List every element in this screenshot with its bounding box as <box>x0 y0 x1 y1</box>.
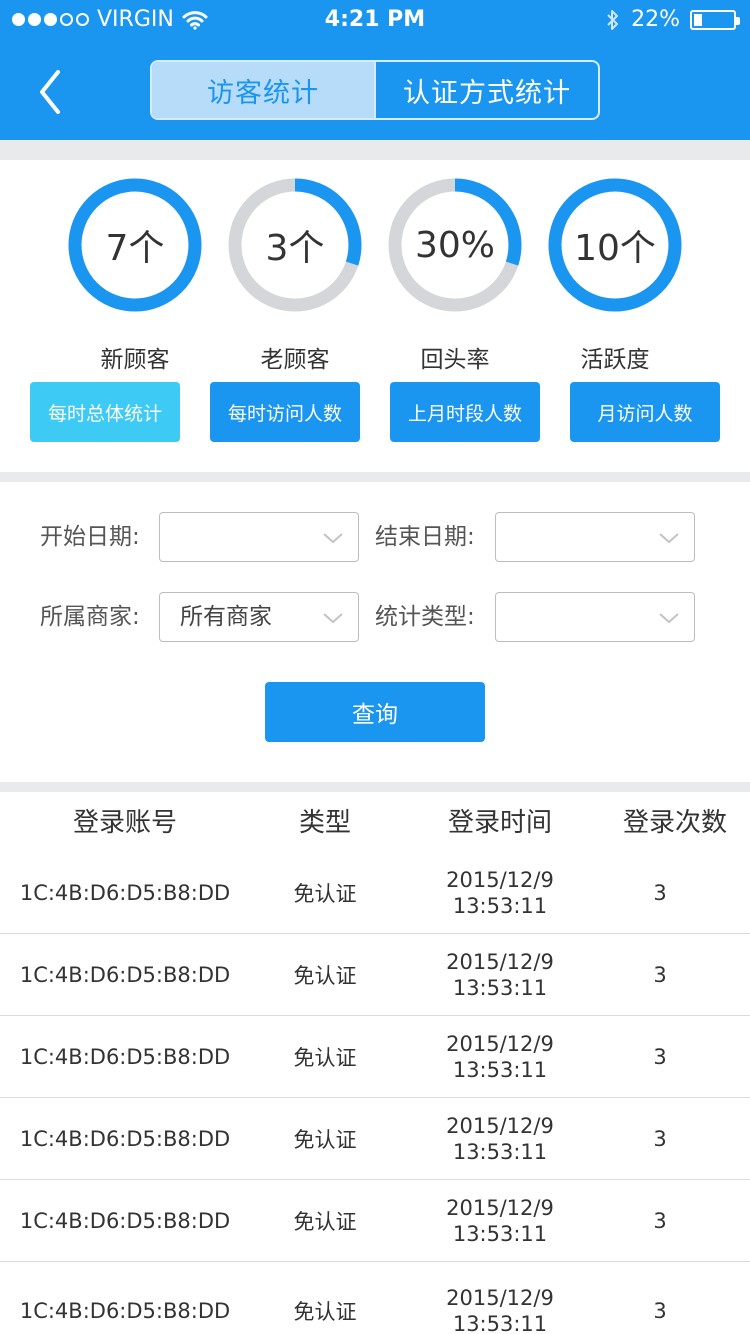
table-row[interactable]: 1C:4B:D6:D5:B8:DD 免认证 2015/12/9 13:53:11… <box>0 852 750 934</box>
cell-login-count: 3 <box>653 963 667 987</box>
stat-activity: 10个 活跃度 <box>548 178 682 374</box>
cell-login-clock: 13:53:11 <box>452 1222 548 1246</box>
cell-account: 1C:4B:D6:D5:B8:DD <box>19 1299 231 1323</box>
stat-value: 30% <box>414 224 495 266</box>
chevron-down-icon <box>659 613 679 624</box>
cell-account: 1C:4B:D6:D5:B8:DD <box>19 963 231 987</box>
cell-login-count: 3 <box>653 881 667 905</box>
table-row[interactable]: 1C:4B:D6:D5:B8:DD 免认证 2015/12/9 13:53:11… <box>0 1270 750 1334</box>
column-header-account: 登录账号 <box>72 808 177 838</box>
column-header-type: 类型 <box>298 808 351 838</box>
cell-type: 免认证 <box>293 882 357 906</box>
cell-login-clock: 13:53:11 <box>452 894 548 918</box>
battery-icon <box>690 9 740 30</box>
cell-login-clock: 13:53:11 <box>452 1140 548 1164</box>
stat-value: 3个 <box>265 228 325 269</box>
stat-label: 老顾客 <box>260 347 330 373</box>
visitor-stats-page: VIRGIN 4:21 PM 22% 访客统计 认证方式统计 7个 新顾客 3个… <box>0 0 750 1334</box>
hourly-overall-stats-button[interactable]: 每时总体统计 <box>30 382 180 442</box>
stat-label: 回头率 <box>420 347 490 373</box>
cell-login-count: 3 <box>653 1299 667 1323</box>
table-header: 登录账号 类型 登录时间 登录次数 <box>0 792 750 854</box>
bluetooth-icon <box>607 9 619 30</box>
stat-new-customers: 7个 新顾客 <box>68 178 202 374</box>
cell-account: 1C:4B:D6:D5:B8:DD <box>19 1045 231 1069</box>
tab-auth-method-stats[interactable]: 认证方式统计 <box>374 62 598 118</box>
table-row[interactable]: 1C:4B:D6:D5:B8:DD 免认证 2015/12/9 13:53:11… <box>0 1098 750 1180</box>
cell-login-date: 2015/12/9 <box>446 1032 554 1056</box>
cell-login-clock: 13:53:11 <box>452 1058 548 1082</box>
chevron-left-icon <box>40 70 60 114</box>
tab-visitor-stats[interactable]: 访客统计 <box>152 62 374 118</box>
cell-login-time: 2015/12/9 13:53:11 <box>400 1016 600 1098</box>
cell-login-count: 3 <box>653 1127 667 1151</box>
login-records-table: 登录账号 类型 登录时间 登录次数 1C:4B:D6:D5:B8:DD 免认证 … <box>0 792 750 1334</box>
query-button[interactable]: 查询 <box>265 682 485 742</box>
cell-login-date: 2015/12/9 <box>446 1114 554 1138</box>
status-right: 22% <box>605 7 740 32</box>
stat-returning-customers: 3个 老顾客 <box>228 178 362 374</box>
cell-login-time: 2015/12/9 13:53:11 <box>400 852 600 934</box>
hourly-visits-button[interactable]: 每时访问人数 <box>210 382 360 442</box>
cell-login-clock: 13:53:11 <box>452 1312 548 1334</box>
filter-panel: 开始日期: 结束日期: 所属商家: 所有商家 统计类型: 查询 <box>0 482 750 782</box>
monthly-visits-button[interactable]: 月访问人数 <box>570 382 720 442</box>
stat-label: 新顾客 <box>100 347 170 373</box>
stat-type-label: 统计类型: <box>375 604 475 630</box>
stat-return-rate: 30% 回头率 <box>388 178 522 374</box>
cell-type: 免认证 <box>293 1210 357 1234</box>
cell-type: 免认证 <box>293 1300 357 1324</box>
column-header-login-time: 登录时间 <box>447 808 552 838</box>
chevron-down-icon <box>323 613 343 624</box>
merchant-label: 所属商家: <box>40 604 140 630</box>
start-date-select[interactable] <box>159 512 359 562</box>
cell-login-clock: 13:53:11 <box>452 976 548 1000</box>
tab-switcher: 访客统计 认证方式统计 <box>150 60 600 120</box>
chevron-down-icon <box>323 533 343 544</box>
status-bar: VIRGIN 4:21 PM 22% <box>0 0 750 40</box>
end-date-select[interactable] <box>495 512 695 562</box>
battery-fill <box>694 13 703 26</box>
stat-value: 10个 <box>574 228 656 269</box>
header: VIRGIN 4:21 PM 22% 访客统计 认证方式统计 <box>0 0 750 140</box>
cell-account: 1C:4B:D6:D5:B8:DD <box>19 881 231 905</box>
back-button[interactable] <box>28 66 76 118</box>
cell-login-count: 3 <box>653 1045 667 1069</box>
start-date-label: 开始日期: <box>40 524 140 550</box>
cell-account: 1C:4B:D6:D5:B8:DD <box>19 1209 231 1233</box>
merchant-value: 所有商家 <box>180 604 272 630</box>
stats-panel: 7个 新顾客 3个 老顾客 30% 回头率 10个 活跃度 每时总体统计 每时访… <box>0 160 750 472</box>
battery-percent: 22% <box>631 7 680 32</box>
cell-login-time: 2015/12/9 13:53:11 <box>400 1270 600 1334</box>
cell-type: 免认证 <box>293 1046 357 1070</box>
stat-value: 7个 <box>105 228 165 269</box>
chevron-down-icon <box>659 533 679 544</box>
cell-login-time: 2015/12/9 13:53:11 <box>400 934 600 1016</box>
cell-type: 免认证 <box>293 1128 357 1152</box>
last-month-period-button[interactable]: 上月时段人数 <box>390 382 540 442</box>
stat-type-select[interactable] <box>495 592 695 642</box>
table-row[interactable]: 1C:4B:D6:D5:B8:DD 免认证 2015/12/9 13:53:11… <box>0 1180 750 1262</box>
table-row[interactable]: 1C:4B:D6:D5:B8:DD 免认证 2015/12/9 13:53:11… <box>0 934 750 1016</box>
cell-type: 免认证 <box>293 964 357 988</box>
cell-login-date: 2015/12/9 <box>446 1196 554 1220</box>
column-header-login-count: 登录次数 <box>622 808 727 838</box>
end-date-label: 结束日期: <box>375 524 475 550</box>
cell-account: 1C:4B:D6:D5:B8:DD <box>19 1127 231 1151</box>
merchant-select[interactable]: 所有商家 <box>159 592 359 642</box>
cell-login-time: 2015/12/9 13:53:11 <box>400 1180 600 1262</box>
cell-login-count: 3 <box>653 1209 667 1233</box>
cell-login-date: 2015/12/9 <box>446 868 554 892</box>
stat-label: 活跃度 <box>580 347 650 373</box>
cell-login-date: 2015/12/9 <box>446 1286 554 1310</box>
cell-login-time: 2015/12/9 13:53:11 <box>400 1098 600 1180</box>
table-row[interactable]: 1C:4B:D6:D5:B8:DD 免认证 2015/12/9 13:53:11… <box>0 1016 750 1098</box>
cell-login-date: 2015/12/9 <box>446 950 554 974</box>
